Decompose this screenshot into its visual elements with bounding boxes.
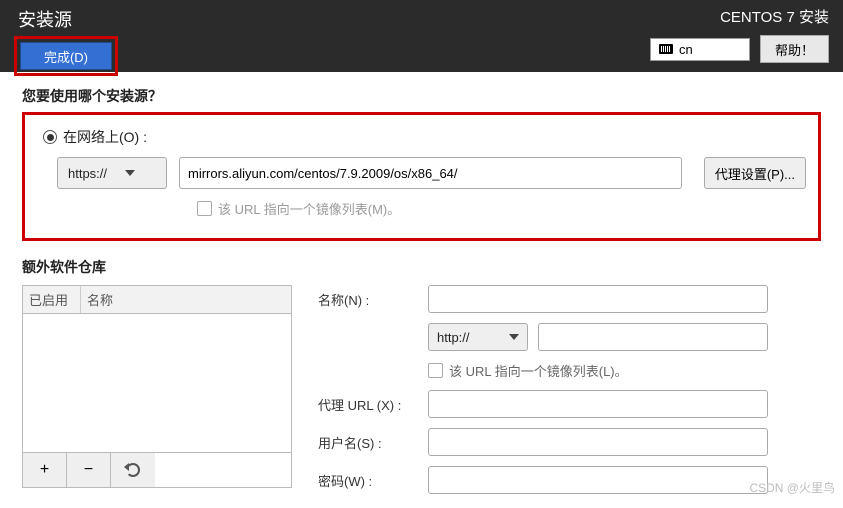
repo-list-body[interactable]: [23, 314, 291, 452]
installer-title: CENTOS 7 安装: [720, 6, 829, 27]
highlight-source: 在网络上(O) : https:// 代理设置(P)... 该 URL 指向一个…: [22, 112, 821, 241]
repo-mirror-label: 该 URL 指向一个镜像列表(L)。: [449, 361, 628, 380]
password-label: 密码(W) :: [318, 471, 418, 490]
col-enabled[interactable]: 已启用: [23, 286, 81, 313]
refresh-icon: [126, 463, 140, 477]
remove-repo-button[interactable]: −: [67, 453, 111, 487]
help-button[interactable]: 帮助！: [760, 35, 829, 63]
col-name[interactable]: 名称: [81, 286, 291, 313]
radio-icon: [43, 130, 57, 144]
keyboard-layout-selector[interactable]: cn: [650, 38, 750, 61]
username-label: 用户名(S) :: [318, 433, 418, 452]
watermark: CSDN @火里鸟: [749, 479, 835, 496]
mirror-checkbox-label: 该 URL 指向一个镜像列表(M)。: [218, 199, 400, 218]
repo-name-label: 名称(N) :: [318, 290, 418, 309]
radio-network-label: 在网络上(O) :: [63, 127, 147, 147]
repo-mirror-checkbox[interactable]: [428, 363, 443, 378]
proxy-url-input[interactable]: [428, 390, 768, 418]
password-input[interactable]: [428, 466, 768, 494]
repo-url-input[interactable]: [538, 323, 768, 351]
repo-name-input[interactable]: [428, 285, 768, 313]
refresh-repo-button[interactable]: [111, 453, 155, 487]
chevron-down-icon: [509, 334, 519, 340]
language-code: cn: [679, 42, 693, 57]
highlight-done: 完成(D): [14, 36, 118, 76]
header-bar: 安装源 完成(D) CENTOS 7 安装 cn 帮助！: [0, 0, 843, 72]
proxy-url-label: 代理 URL (X) :: [318, 395, 418, 414]
keyboard-icon: [659, 44, 673, 54]
additional-repos-title: 额外软件仓库: [22, 257, 821, 277]
repo-protocol-value: http://: [437, 330, 470, 345]
username-input[interactable]: [428, 428, 768, 456]
repo-table: 已启用 名称: [22, 285, 292, 453]
protocol-value: https://: [68, 166, 107, 181]
protocol-dropdown[interactable]: https://: [57, 157, 167, 189]
radio-network[interactable]: 在网络上(O) :: [43, 127, 806, 147]
repo-protocol-dropdown[interactable]: http://: [428, 323, 528, 351]
mirror-checkbox[interactable]: [197, 201, 212, 216]
proxy-settings-button[interactable]: 代理设置(P)...: [704, 157, 806, 189]
source-url-input[interactable]: [179, 157, 682, 189]
page-title: 安装源: [14, 6, 118, 32]
chevron-down-icon: [125, 170, 135, 176]
source-question: 您要使用哪个安装源？: [22, 86, 821, 106]
done-button[interactable]: 完成(D): [20, 42, 112, 70]
add-repo-button[interactable]: +: [23, 453, 67, 487]
